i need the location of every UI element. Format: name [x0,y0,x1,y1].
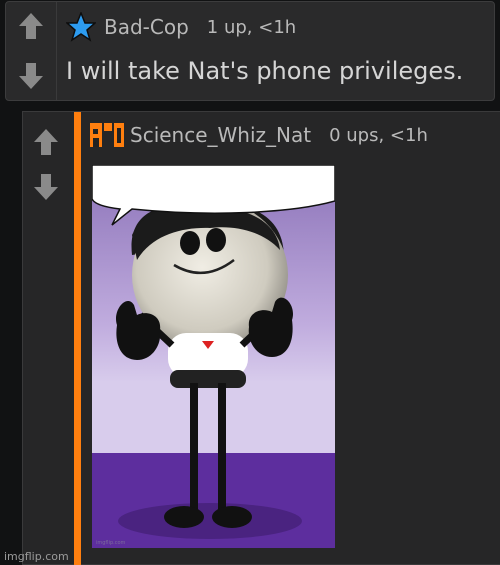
upvote-button[interactable] [28,122,64,162]
arrow-down-icon [34,174,58,200]
arrow-up-icon [19,13,43,39]
flash-icon [90,123,124,147]
comment-bad-cop: Bad-Cop 1 up, <1h I will take Nat's phon… [5,1,495,101]
imgflip-watermark: imgflip.com [4,550,69,563]
arrow-up-icon [34,129,58,155]
comment-header: Bad-Cop 1 up, <1h [66,12,296,42]
username[interactable]: Bad-Cop [104,15,189,39]
downvote-button[interactable] [13,56,49,96]
points-meta: 1 up, <1h [206,16,297,38]
comment-text: I will take Nat's phone privileges. [66,57,464,85]
image-watermark: imgflip.com [96,540,126,546]
points-meta: 0 ups, <1h [329,124,428,146]
meme-image[interactable]: imgflip.com [92,165,335,548]
vote-column [6,2,57,100]
vote-column [22,112,72,212]
username[interactable]: Science_Whiz_Nat [130,123,311,147]
downvote-button[interactable] [28,167,64,207]
reply-indent-bar [74,112,81,565]
comment-header: Science_Whiz_Nat 0 ups, <1h [90,120,428,150]
upvote-button[interactable] [13,6,49,46]
cartoon-character-image: imgflip.com [92,165,335,548]
arrow-down-icon [19,63,43,89]
star-icon [66,12,96,42]
